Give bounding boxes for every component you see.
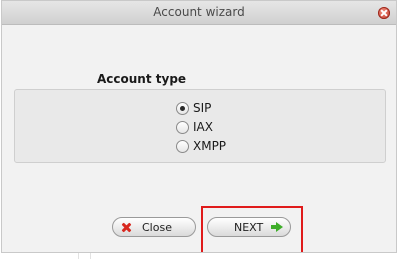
arrow-right-icon	[271, 222, 284, 232]
radio-option-iax[interactable]: IAX	[176, 119, 213, 135]
account-type-group: SIP IAX XMPP	[14, 89, 386, 163]
account-wizard-dialog: Account wizard Account type SIP IAX XMPP…	[1, 0, 397, 253]
radio-label-sip: SIP	[193, 101, 212, 115]
next-button[interactable]: NEXT	[207, 217, 291, 237]
window-close-icon[interactable]	[378, 7, 390, 19]
radio-option-sip[interactable]: SIP	[176, 100, 211, 116]
radio-button-sip[interactable]	[176, 101, 189, 115]
x-icon	[121, 222, 132, 233]
titlebar: Account wizard	[2, 1, 396, 25]
radio-option-xmpp[interactable]: XMPP	[176, 138, 226, 154]
radio-label-iax: IAX	[193, 120, 213, 134]
close-button-label: Close	[142, 220, 172, 234]
radio-button-iax[interactable]	[176, 120, 189, 134]
account-type-label: Account type	[97, 72, 187, 86]
window-title: Account wizard	[153, 5, 245, 19]
radio-label-xmpp: XMPP	[193, 139, 227, 153]
next-button-label: NEXT	[234, 220, 264, 234]
radio-button-xmpp[interactable]	[176, 139, 189, 153]
close-button[interactable]: Close	[112, 217, 196, 237]
screen: Account wizard Account type SIP IAX XMPP…	[0, 0, 400, 259]
